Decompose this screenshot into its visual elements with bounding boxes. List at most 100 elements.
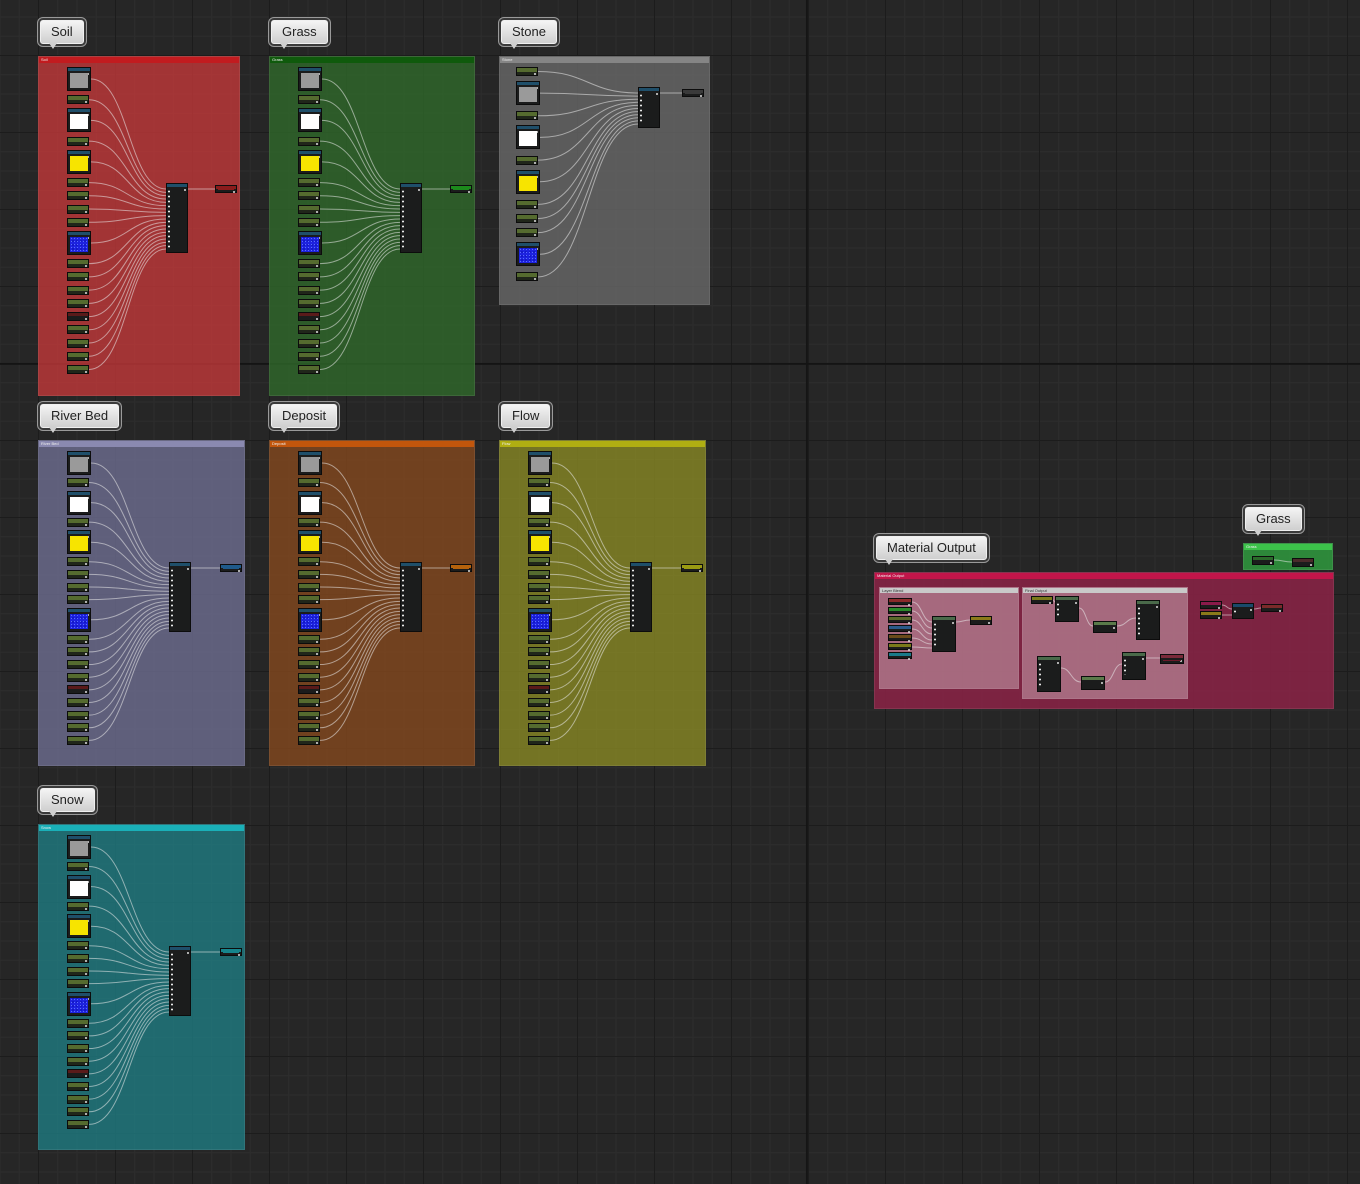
material-function-node[interactable] [169,946,191,1016]
parameter-node[interactable] [67,901,89,911]
node-input-pins[interactable] [632,568,634,627]
texture-sample-node[interactable] [67,108,91,133]
node-output-pin[interactable] [1218,607,1220,609]
node-output-pin[interactable] [85,223,87,226]
node-output-pin[interactable] [85,197,87,200]
node-output-pin[interactable] [316,223,318,226]
parameter-node[interactable] [298,259,320,269]
parameter-node[interactable] [67,259,89,269]
node-output-pin[interactable] [316,741,318,744]
parameter-node[interactable] [298,298,320,308]
parameter-node[interactable] [67,1081,89,1091]
node-input-pins[interactable] [1138,606,1140,635]
parameter-node[interactable] [516,228,538,238]
texture-sample-node[interactable] [67,451,91,475]
node-input-pins[interactable] [934,622,936,647]
layer-input-node[interactable] [888,652,912,660]
parameter-node[interactable] [298,735,320,745]
parameter-node[interactable] [67,136,89,146]
comment-box-flow[interactable]: Flow [499,440,706,766]
node-output-pin[interactable] [1270,562,1272,564]
parameter-node[interactable] [67,647,89,657]
node-output-pin[interactable] [85,588,87,591]
layer-input-node[interactable] [888,634,912,642]
parameter-node[interactable] [298,595,320,605]
node-output-pin[interactable] [85,142,87,145]
node-output-pin[interactable] [316,331,318,334]
parameter-node[interactable] [67,710,89,720]
parameter-node[interactable] [298,660,320,670]
node-output-pin[interactable] [316,370,318,373]
parameter-node[interactable] [298,569,320,579]
parameter-node[interactable] [67,1069,89,1079]
texture-sample-node[interactable] [528,530,552,555]
material-function-node[interactable] [166,183,188,253]
function-output-node[interactable] [682,89,704,97]
parameter-node[interactable] [67,979,89,989]
texture-sample-node[interactable] [67,490,91,515]
node-output-pin[interactable] [534,278,536,281]
node-output-pin[interactable] [700,95,702,97]
comment-header-layer-blend[interactable]: Layer Blend [880,588,1018,593]
texture-sample-node[interactable] [528,607,552,632]
node-output-pin[interactable] [546,601,548,604]
node-output-pin[interactable] [534,73,536,75]
parameter-node[interactable] [528,557,550,567]
node-output-pin[interactable] [316,703,318,706]
node-output-pin[interactable] [85,640,87,643]
parameter-node[interactable] [67,1056,89,1066]
parameter-node[interactable] [298,136,320,146]
node-output-pin[interactable] [233,191,235,193]
parameter-node[interactable] [67,95,89,105]
node-output-pin[interactable] [316,716,318,719]
node-output-pin[interactable] [534,117,536,120]
node-output-pin[interactable] [316,678,318,681]
parameter-node[interactable] [67,1107,89,1117]
parameter-node[interactable] [298,272,320,282]
parameter-node[interactable] [516,199,538,209]
output-node[interactable] [1261,604,1283,612]
parameter-node[interactable] [516,67,538,76]
parameter-node[interactable] [516,111,538,121]
parameter-node[interactable] [67,312,89,322]
texture-sample-node[interactable] [67,67,91,91]
node-output-pin[interactable] [316,691,318,694]
parameter-node[interactable] [528,710,550,720]
node-output-pin[interactable] [85,601,87,604]
parameter-node[interactable] [67,582,89,592]
material-result-node[interactable] [1232,603,1254,619]
parameter-node[interactable] [528,595,550,605]
node-input-pins[interactable] [640,93,642,123]
texture-sample-node[interactable] [516,242,540,267]
material-function-node[interactable] [169,562,191,632]
node-output-pin[interactable] [468,570,470,572]
node-output-pin[interactable] [316,318,318,321]
node-output-pin[interactable] [546,575,548,578]
math-node[interactable] [1122,652,1146,680]
comment-box-final-output[interactable]: Final Output [1022,587,1188,699]
node-output-pin[interactable] [316,304,318,307]
node-input-pins[interactable] [1124,658,1126,675]
comment-bubble-flow[interactable]: Flow [501,404,551,433]
node-output-pin[interactable] [316,210,318,213]
node-output-pin[interactable] [908,604,910,606]
parameter-node[interactable] [528,569,550,579]
comment-box-river-bed[interactable]: River Bed [38,440,245,766]
parameter-node[interactable] [67,941,89,951]
comment-box-stone[interactable]: Stone [499,56,710,305]
parameter-node[interactable] [67,178,89,188]
output-node[interactable] [1200,601,1222,609]
node-output-pin[interactable] [85,985,87,988]
material-function-node[interactable] [630,562,652,632]
node-output-pin[interactable] [1156,606,1158,608]
texture-sample-node[interactable] [67,874,91,899]
parameter-node[interactable] [528,477,550,487]
comment-header-river-bed[interactable]: River Bed [39,441,244,447]
node-output-pin[interactable] [316,357,318,360]
parameter-node[interactable] [67,723,89,733]
comment-box-soil[interactable]: Soil [38,56,240,396]
output-node[interactable] [1160,654,1184,664]
node-output-pin[interactable] [85,1037,87,1040]
node-output-pin[interactable] [85,666,87,669]
texture-sample-node[interactable] [298,230,322,255]
